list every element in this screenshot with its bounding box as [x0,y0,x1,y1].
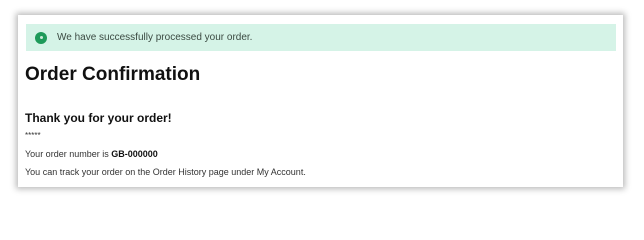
stars-text: ***** [25,131,41,140]
success-alert: We have successfully processed your orde… [26,24,616,51]
order-number: GB-000000 [111,149,158,159]
confirmation-card: We have successfully processed your orde… [18,15,623,187]
thank-you-heading: Thank you for your order! [25,111,172,125]
success-icon [35,31,47,44]
order-number-label: Your order number is [25,149,112,159]
track-order-message: You can track your order on the Order Hi… [25,167,306,177]
page-title: Order Confirmation [25,64,201,85]
order-number-line: Your order number is GB-000000 [25,149,158,159]
alert-message: We have successfully processed your orde… [57,32,253,43]
